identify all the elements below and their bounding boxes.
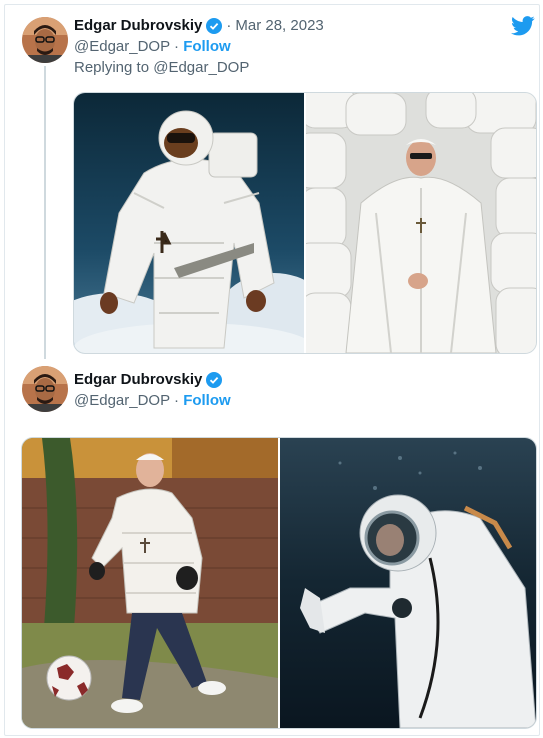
follow-button[interactable]: Follow: [183, 38, 231, 55]
author-handle[interactable]: @Edgar_DOP: [74, 392, 170, 409]
tweet1-name-row: Edgar Dubrovskiy · Mar 28, 2023: [74, 17, 324, 34]
media-image-diver-underwater[interactable]: [280, 438, 536, 728]
replying-to-label: Replying to: [74, 59, 154, 76]
tweet1-media-grid: [73, 92, 537, 354]
media-image-pope-pillows[interactable]: [306, 93, 536, 353]
media-image-pope-football[interactable]: [22, 438, 278, 728]
follow-button[interactable]: Follow: [183, 392, 231, 409]
verified-badge-icon: [206, 371, 223, 388]
replying-to-handle[interactable]: @Edgar_DOP: [153, 59, 249, 76]
tweet2-media-grid: [21, 437, 537, 729]
thread-connector-line: [44, 66, 46, 359]
separator: ·: [174, 38, 180, 55]
verified-badge-icon: [206, 17, 223, 34]
tweet2-name-row: Edgar Dubrovskiy: [74, 371, 223, 388]
separator: ·: [226, 17, 232, 34]
tweet1-handle-row: @Edgar_DOP · Follow: [74, 38, 231, 55]
tweet2-handle-row: @Edgar_DOP · Follow: [74, 392, 231, 409]
avatar[interactable]: [22, 366, 68, 412]
avatar[interactable]: [22, 17, 68, 63]
twitter-bird-icon[interactable]: [511, 16, 535, 41]
author-name[interactable]: Edgar Dubrovskiy: [74, 17, 202, 34]
media-image-astronaut[interactable]: [74, 93, 304, 353]
tweet-date[interactable]: Mar 28, 2023: [235, 17, 323, 34]
author-handle[interactable]: @Edgar_DOP: [74, 38, 170, 55]
author-name[interactable]: Edgar Dubrovskiy: [74, 371, 202, 388]
separator: ·: [174, 392, 180, 409]
replying-to: Replying to @Edgar_DOP: [74, 59, 249, 76]
